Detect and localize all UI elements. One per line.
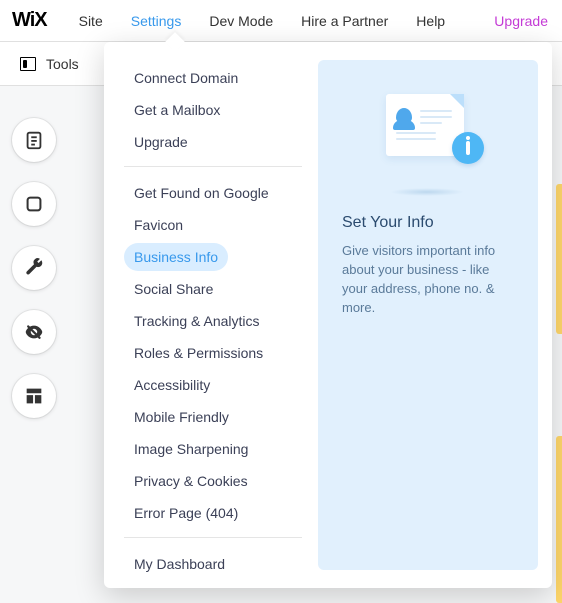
menu-item-business-info[interactable]: Business Info bbox=[124, 243, 228, 271]
rail-background-button[interactable] bbox=[12, 182, 56, 226]
left-tool-rail bbox=[12, 118, 56, 418]
menu-divider bbox=[124, 166, 302, 167]
nav-settings[interactable]: Settings bbox=[131, 13, 182, 29]
eye-off-icon bbox=[23, 321, 45, 343]
menu-item-mobile[interactable]: Mobile Friendly bbox=[124, 403, 318, 431]
top-nav: Site Settings Dev Mode Hire a Partner He… bbox=[79, 13, 562, 29]
menu-item-accessibility[interactable]: Accessibility bbox=[124, 371, 318, 399]
menu-item-connect-domain[interactable]: Connect Domain bbox=[124, 64, 318, 92]
menu-item-favicon[interactable]: Favicon bbox=[124, 211, 318, 239]
pages-icon bbox=[23, 129, 45, 151]
wix-logo[interactable]: WiX bbox=[12, 9, 47, 32]
tools-button[interactable]: Tools bbox=[20, 56, 79, 72]
top-menu-bar: WiX Site Settings Dev Mode Hire a Partne… bbox=[0, 0, 562, 42]
menu-item-privacy[interactable]: Privacy & Cookies bbox=[124, 467, 318, 495]
info-icon bbox=[452, 132, 484, 164]
rail-hidden-button[interactable] bbox=[12, 310, 56, 354]
rail-pages-button[interactable] bbox=[12, 118, 56, 162]
menu-divider bbox=[124, 537, 302, 538]
menu-item-error-page[interactable]: Error Page (404) bbox=[124, 499, 318, 527]
menu-item-upgrade[interactable]: Upgrade bbox=[124, 128, 318, 156]
wrench-icon bbox=[23, 257, 45, 279]
info-illustration bbox=[368, 86, 488, 196]
rail-layout-button[interactable] bbox=[12, 374, 56, 418]
menu-item-roles[interactable]: Roles & Permissions bbox=[124, 339, 318, 367]
nav-hire-partner[interactable]: Hire a Partner bbox=[301, 13, 388, 29]
selection-edge bbox=[556, 184, 562, 334]
layout-icon bbox=[23, 385, 45, 407]
menu-item-social-share[interactable]: Social Share bbox=[124, 275, 318, 303]
panel-icon bbox=[20, 57, 36, 71]
tools-label: Tools bbox=[46, 56, 79, 72]
menu-item-get-mailbox[interactable]: Get a Mailbox bbox=[124, 96, 318, 124]
menu-item-sharpening[interactable]: Image Sharpening bbox=[124, 435, 318, 463]
nav-site[interactable]: Site bbox=[79, 13, 103, 29]
settings-menu-list: Connect Domain Get a Mailbox Upgrade Get… bbox=[104, 42, 318, 588]
info-title: Set Your Info bbox=[342, 214, 514, 232]
info-description: Give visitors important info about your … bbox=[342, 242, 514, 317]
menu-item-dashboard[interactable]: My Dashboard bbox=[124, 550, 318, 578]
settings-dropdown: Connect Domain Get a Mailbox Upgrade Get… bbox=[104, 42, 552, 588]
nav-help[interactable]: Help bbox=[416, 13, 445, 29]
nav-dev-mode[interactable]: Dev Mode bbox=[209, 13, 273, 29]
selection-edge bbox=[556, 436, 562, 603]
settings-preview-panel: Set Your Info Give visitors important in… bbox=[318, 42, 552, 588]
nav-upgrade[interactable]: Upgrade bbox=[494, 13, 548, 29]
info-card: Set Your Info Give visitors important in… bbox=[318, 60, 538, 570]
menu-item-tracking[interactable]: Tracking & Analytics bbox=[124, 307, 318, 335]
square-icon bbox=[23, 193, 45, 215]
menu-item-get-found[interactable]: Get Found on Google bbox=[124, 179, 318, 207]
rail-tools-button[interactable] bbox=[12, 246, 56, 290]
